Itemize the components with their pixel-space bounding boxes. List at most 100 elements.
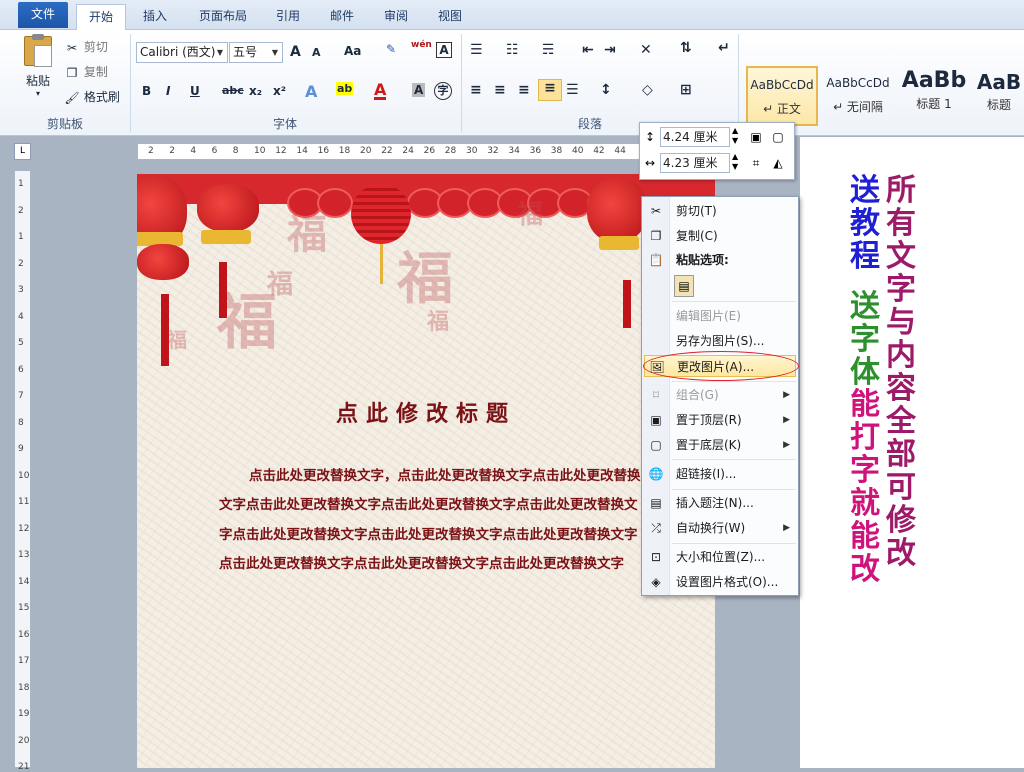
shape-fill-icon[interactable]: ◭ xyxy=(770,155,786,171)
shading-icon[interactable]: ◇ xyxy=(642,82,653,98)
increase-indent-icon[interactable]: ⇥ xyxy=(604,42,616,58)
ribbon: 粘贴 ▾ ✂ 剪切 ❐ 复制 🖌 格式刷 剪贴板 Calibri (西文) ▼ 五… xyxy=(0,30,1024,136)
style-title[interactable]: AaB 标题 xyxy=(974,66,1024,126)
menu-item-copy[interactable]: ❐ 复制(C) xyxy=(644,225,796,247)
text-effects-icon[interactable]: A xyxy=(305,82,317,101)
menu-item-hyperlink[interactable]: 🌐 超链接(I)... xyxy=(644,463,796,485)
crop-icon[interactable]: ⌗ xyxy=(748,155,764,171)
asian-layout-icon[interactable]: ✕ xyxy=(640,42,652,58)
tab-insert[interactable]: 插入 xyxy=(132,4,178,30)
justify-icon[interactable]: ≡ xyxy=(538,79,562,101)
char-shading-icon[interactable]: A xyxy=(412,83,426,97)
horizontal-ruler[interactable]: 2 2 4 6 8 10 12 14 16 18 20 22 24 26 28 30 32 34 36 38 40 42 4… xyxy=(137,143,647,160)
caption-icon: ▤ xyxy=(650,496,662,510)
menu-item-insert-caption[interactable]: ▤ 插入题注(N)... xyxy=(644,492,796,514)
ruler-tick-label: 30 xyxy=(466,146,478,156)
bullets-icon[interactable]: ☰ xyxy=(470,42,483,58)
paste-button[interactable]: 粘贴 ▾ xyxy=(18,34,58,106)
ruler-tick-label: 16 xyxy=(18,629,30,640)
ruler-tick-label: 34 xyxy=(508,146,520,156)
italic-button[interactable]: I xyxy=(166,84,170,98)
decorative-character: 福 xyxy=(267,270,294,300)
subscript-button[interactable]: x₂ xyxy=(249,84,262,98)
cut-button[interactable]: ✂ 剪切 xyxy=(64,38,108,56)
align-right-icon[interactable]: ≡ xyxy=(518,82,530,98)
decrease-indent-icon[interactable]: ⇤ xyxy=(582,42,594,58)
superscript-button[interactable]: x² xyxy=(273,84,286,98)
document-title[interactable]: 点此修改标题 xyxy=(137,396,715,428)
tab-home[interactable]: 开始 xyxy=(76,4,126,31)
grow-font-button[interactable]: A xyxy=(290,44,301,60)
menu-item-send-to-back[interactable]: ▢ 置于底层(K) ▶ xyxy=(644,434,796,456)
ruler-tick-label: 24 xyxy=(402,146,414,156)
strikethrough-button[interactable]: abc xyxy=(222,84,244,97)
copy-button[interactable]: ❐ 复制 xyxy=(64,63,108,81)
tab-references[interactable]: 引用 xyxy=(266,4,310,30)
char-border-button[interactable]: A xyxy=(436,42,452,58)
menu-item-size-position[interactable]: ⊡ 大小和位置(Z)... xyxy=(644,546,796,568)
shrink-font-button[interactable]: A xyxy=(312,46,321,59)
align-left-icon[interactable]: ≡ xyxy=(470,82,482,98)
ruler-tick-label: 3 xyxy=(18,285,24,295)
send-backward-icon[interactable]: ▢ xyxy=(770,129,786,145)
chevron-down-icon: ▼ xyxy=(271,48,279,57)
font-color-icon[interactable]: A xyxy=(374,82,387,100)
menu-item-bring-to-front[interactable]: ▣ 置于顶层(R) ▶ xyxy=(644,409,796,431)
format-painter-button[interactable]: 🖌 格式刷 xyxy=(64,88,119,106)
highlight-icon[interactable]: ab xyxy=(336,82,354,95)
paste-picture-icon[interactable]: ▤ xyxy=(674,275,694,297)
enclose-char-icon[interactable]: 字 xyxy=(434,82,452,100)
width-field[interactable]: 4.23 厘米 xyxy=(660,153,730,173)
sort-icon[interactable]: ⇅ xyxy=(680,40,692,56)
menu-separator xyxy=(672,459,796,460)
bring-front-icon: ▣ xyxy=(650,413,662,427)
phonetic-guide-button[interactable]: wén xyxy=(411,40,432,50)
tab-view[interactable]: 视图 xyxy=(428,4,472,30)
width-spinner[interactable]: ▲ ▼ xyxy=(732,152,738,172)
ruler-tick-label: 6 xyxy=(211,146,218,156)
menu-separator xyxy=(672,543,796,544)
style-heading-1[interactable]: AaBb 标题 1 xyxy=(898,66,970,126)
font-name-combo[interactable]: Calibri (西文) ▼ xyxy=(136,42,228,63)
line-spacing-icon[interactable]: ↕ xyxy=(600,82,612,98)
vertical-ruler[interactable]: 1 2 1 2 3 4 5 6 7 8 9 10 11 12 13 14 15 16 17 18 19 20 21 xyxy=(14,170,31,772)
bold-button[interactable]: B xyxy=(142,84,151,98)
distributed-icon[interactable]: ☰ xyxy=(566,82,579,98)
clipboard-icon xyxy=(24,34,52,67)
menu-item-text-wrap[interactable]: ⤮ 自动换行(W) ▶ xyxy=(644,517,796,539)
lantern-band xyxy=(201,230,251,244)
tab-page-layout[interactable]: 页面布局 xyxy=(188,4,258,30)
bring-forward-icon[interactable]: ▣ xyxy=(748,129,764,145)
menu-item-format-picture[interactable]: ◈ 设置图片格式(O)... xyxy=(644,571,796,593)
ruler-tick-label: 32 xyxy=(487,146,499,156)
menu-item-paste-options: 📋 粘贴选项: xyxy=(648,253,729,267)
ruler-tick-label: 36 xyxy=(529,146,542,156)
numbering-icon[interactable]: ☷ xyxy=(506,42,519,58)
highlight-annotation-ring xyxy=(643,351,799,381)
brush-icon: 🖌 xyxy=(64,90,80,105)
tab-mailings[interactable]: 邮件 xyxy=(320,4,364,30)
multilevel-list-icon[interactable]: ☴ xyxy=(542,42,555,58)
change-case-button[interactable]: Aa xyxy=(344,44,361,58)
font-size-combo[interactable]: 五号 ▼ xyxy=(229,42,283,63)
divider xyxy=(738,34,739,132)
height-field[interactable]: 4.24 厘米 xyxy=(660,127,730,147)
document-paragraph[interactable]: 点击此处更改替换文字，点击此处更改替换文字点击此处更改替换文字点击此处更改替换文… xyxy=(219,462,649,580)
style-normal[interactable]: AaBbCcDd ↵ 正文 xyxy=(746,66,818,126)
ruler-tick-label: 4 xyxy=(18,311,24,322)
ruler-tick-label: 8 xyxy=(232,146,239,156)
tab-file[interactable]: 文件 xyxy=(18,2,68,28)
underline-button[interactable]: U xyxy=(190,84,200,98)
menu-item-cut[interactable]: ✂ 剪切(T) xyxy=(644,200,796,222)
tab-selector[interactable]: L xyxy=(14,143,31,160)
borders-icon[interactable]: ⊞ xyxy=(680,82,692,98)
document-page[interactable]: 福 福 福 福 福 福 福 点此修改标题 点击此处更改替换文字，点击此处更改替换… xyxy=(137,174,715,768)
tab-review[interactable]: 审阅 xyxy=(374,4,418,30)
align-center-icon[interactable]: ≡ xyxy=(494,82,506,98)
ruler-tick-label: 10 xyxy=(254,146,266,156)
show-marks-icon[interactable]: ↵ xyxy=(718,40,730,56)
menu-item-save-as-picture[interactable]: 另存为图片(S)... xyxy=(644,330,796,352)
height-spinner[interactable]: ▲ ▼ xyxy=(732,126,738,146)
style-no-spacing[interactable]: AaBbCcDd ↵ 无间隔 xyxy=(822,66,894,126)
clear-format-icon[interactable]: ✎ xyxy=(386,42,396,56)
